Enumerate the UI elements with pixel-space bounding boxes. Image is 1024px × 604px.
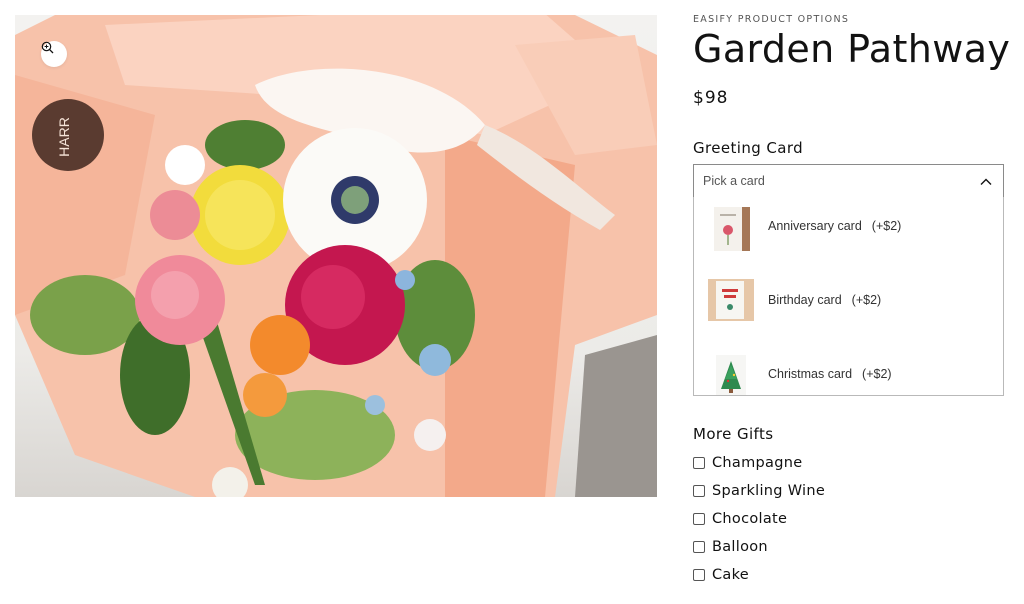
card-option-christmas[interactable]: Christmas card (+$2) (694, 345, 1003, 395)
card-option-price: (+$2) (862, 367, 892, 381)
card-option-name: Christmas card (768, 367, 853, 381)
gift-option-chocolate[interactable]: Chocolate (693, 509, 893, 529)
gift-option-label: Cake (712, 567, 750, 583)
greeting-card-select[interactable]: Pick a card (693, 164, 1004, 198)
card-option-anniversary[interactable]: Anniversary card (+$2) (694, 197, 1003, 271)
zoom-in-icon (41, 41, 54, 54)
card-option-name: Birthday card (768, 293, 842, 307)
gift-option-cake[interactable]: Cake (693, 565, 893, 585)
zoom-button[interactable] (41, 41, 67, 67)
gift-option-sparkling-wine[interactable]: Sparkling Wine (693, 481, 893, 501)
gift-option-label: Chocolate (712, 511, 788, 527)
checkbox[interactable] (693, 569, 705, 581)
product-vendor: EASIFY PRODUCT OPTIONS (693, 14, 850, 25)
gift-option-label: Balloon (712, 539, 768, 555)
product-image[interactable]: HARR (15, 15, 657, 497)
checkbox[interactable] (693, 513, 705, 525)
more-gifts-label: More Gifts (693, 425, 774, 443)
gift-option-label: Sparkling Wine (712, 483, 826, 499)
checkbox[interactable] (693, 541, 705, 553)
product-title: Garden Pathway (693, 27, 1011, 71)
card-option-price: (+$2) (871, 219, 902, 233)
checkbox[interactable] (693, 457, 705, 469)
greeting-card-label: Greeting Card (693, 139, 804, 157)
card-option-name: Anniversary card (768, 219, 862, 233)
birthday-card-thumbnail (708, 277, 754, 323)
greeting-card-dropdown: Anniversary card (+$2) Birthday card (+$2) (693, 197, 1004, 396)
bouquet-illustration: HARR (15, 15, 657, 497)
anniversary-card-thumbnail (708, 206, 754, 252)
product-price: $98 (693, 88, 729, 108)
gift-option-balloon[interactable]: Balloon (693, 537, 893, 557)
christmas-card-thumbnail (708, 353, 754, 395)
gift-option-champagne[interactable]: Champagne (693, 453, 893, 473)
chevron-up-icon (980, 178, 992, 185)
wrap-sticker-text: HARR (56, 117, 72, 157)
greeting-card-placeholder: Pick a card (703, 174, 765, 188)
checkbox[interactable] (693, 485, 705, 497)
card-option-birthday[interactable]: Birthday card (+$2) (694, 271, 1003, 345)
gift-option-label: Champagne (712, 455, 803, 471)
card-option-price: (+$2) (851, 293, 882, 307)
